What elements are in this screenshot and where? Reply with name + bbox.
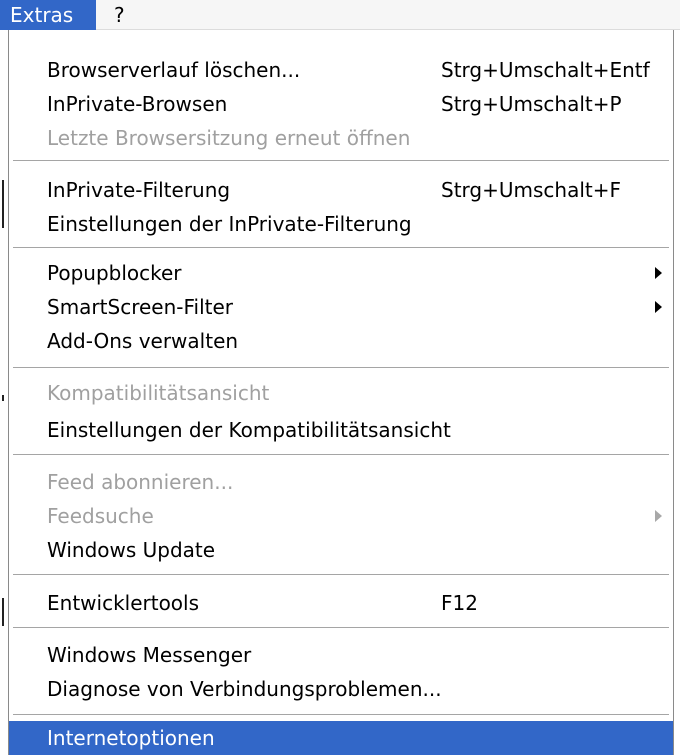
menu-item-compatibility-view: Kompatibilitätsansicht: [9, 376, 673, 410]
menu-item-label: SmartScreen-Filter: [47, 295, 234, 319]
menu-item-delete-history[interactable]: Browserverlauf löschen... Strg+Umschalt+…: [9, 53, 673, 87]
menu-item-label: Einstellungen der Kompatibilitätsansicht: [47, 418, 451, 442]
menu-item-shortcut: F12: [441, 591, 478, 615]
menu-item-label: Browserverlauf löschen...: [47, 58, 301, 82]
menu-item-label: Feedsuche: [47, 504, 154, 528]
menu-item-label: Einstellungen der InPrivate-Filterung: [47, 212, 412, 236]
submenu-arrow-icon: [655, 510, 662, 522]
menu-item-label: Windows Update: [47, 538, 216, 562]
submenu-arrow-icon: [655, 301, 662, 313]
extras-dropdown-menu: Browserverlauf löschen... Strg+Umschalt+…: [8, 30, 674, 755]
menu-item-label: InPrivate-Browsen: [47, 92, 228, 116]
menu-item-windows-update[interactable]: Windows Update: [9, 533, 673, 567]
menu-item-shortcut: Strg+Umschalt+F: [441, 178, 621, 202]
menu-item-label: Add-Ons verwalten: [47, 329, 239, 353]
menu-item-compatibility-view-settings[interactable]: Einstellungen der Kompatibilitätsansicht: [9, 413, 673, 447]
menu-bar: Extras ?: [0, 0, 680, 30]
menu-item-inprivate-filtering[interactable]: InPrivate-Filterung Strg+Umschalt+F: [9, 173, 673, 207]
menu-item-label: Internetoptionen: [47, 726, 215, 750]
menubar-extras[interactable]: Extras: [0, 0, 96, 30]
submenu-arrow-icon: [655, 267, 662, 279]
menu-separator: [13, 714, 669, 716]
background-speck: [2, 598, 4, 626]
menu-item-shortcut: Strg+Umschalt+P: [441, 92, 622, 116]
menu-item-feed-discovery: Feedsuche: [9, 499, 673, 533]
menu-item-label: Feed abonnieren...: [47, 470, 234, 494]
menu-item-label: Letzte Browsersitzung erneut öffnen: [47, 126, 411, 150]
menu-item-windows-messenger[interactable]: Windows Messenger: [9, 638, 673, 672]
menu-item-inprivate-filtering-settings[interactable]: Einstellungen der InPrivate-Filterung: [9, 207, 673, 241]
menu-item-internet-options[interactable]: Internetoptionen: [9, 721, 673, 755]
menu-item-connection-diagnostics[interactable]: Diagnose von Verbindungsproblemen...: [9, 672, 673, 706]
menu-item-inprivate-browsing[interactable]: InPrivate-Browsen Strg+Umschalt+P: [9, 87, 673, 121]
menu-item-label: Diagnose von Verbindungsproblemen...: [47, 677, 442, 701]
menu-item-developer-tools[interactable]: Entwicklertools F12: [9, 586, 673, 620]
page-background-edge: [0, 30, 8, 755]
menu-item-smartscreen-filter[interactable]: SmartScreen-Filter: [9, 290, 673, 324]
background-speck: [2, 395, 4, 401]
menu-item-label: Kompatibilitätsansicht: [47, 381, 270, 405]
menu-separator: [13, 160, 669, 162]
menu-item-label: Windows Messenger: [47, 643, 252, 667]
background-speck: [2, 180, 4, 228]
menu-separator: [13, 367, 669, 369]
menubar-help[interactable]: ?: [104, 0, 135, 30]
menu-separator: [13, 627, 669, 629]
menu-separator: [13, 574, 669, 576]
menu-item-popup-blocker[interactable]: Popupblocker: [9, 256, 673, 290]
menu-item-manage-addons[interactable]: Add-Ons verwalten: [9, 324, 673, 358]
menu-item-label: Popupblocker: [47, 261, 182, 285]
menu-separator: [13, 247, 669, 249]
menu-item-shortcut: Strg+Umschalt+Entf: [441, 58, 650, 82]
menu-item-subscribe-feed: Feed abonnieren...: [9, 465, 673, 499]
menu-item-reopen-last-session: Letzte Browsersitzung erneut öffnen: [9, 121, 673, 155]
menu-item-label: InPrivate-Filterung: [47, 178, 231, 202]
menu-item-label: Entwicklertools: [47, 591, 200, 615]
menu-separator: [13, 454, 669, 456]
